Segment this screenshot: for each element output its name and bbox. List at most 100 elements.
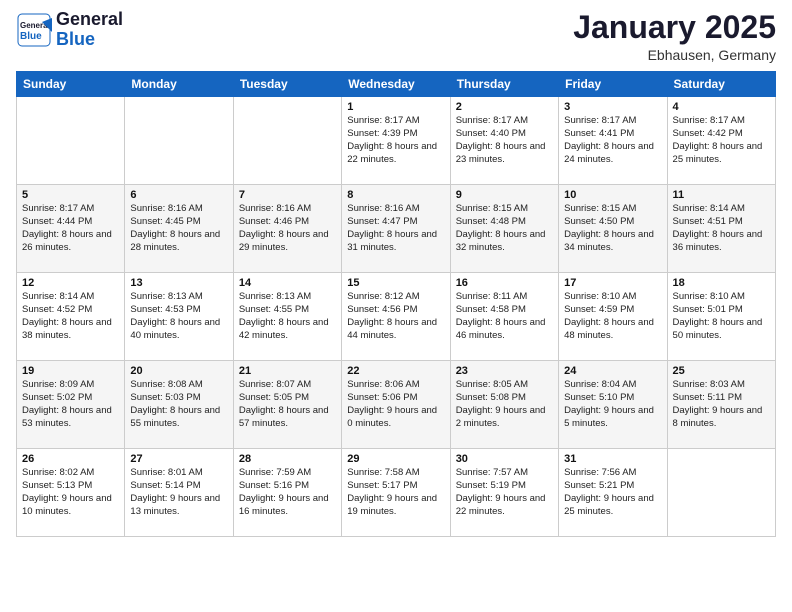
day-number: 23 xyxy=(456,365,553,377)
table-row: 16Sunrise: 8:11 AM Sunset: 4:58 PM Dayli… xyxy=(450,273,558,361)
header: General Blue General Blue January 2025 E… xyxy=(16,10,776,63)
table-row xyxy=(17,97,125,185)
table-row: 29 Sunrise: 7:58 AM Sunset: 5:17 PM Dayli… xyxy=(342,449,450,537)
day-info: Sunrise: 8:02 AM Sunset: 5:13 PM Dayligh… xyxy=(22,467,119,518)
day-number: 22 xyxy=(347,365,444,377)
table-row: 15 Sunrise: 8:12 AM Sunset: 4:56 PM Dayli… xyxy=(342,273,450,361)
calendar-subtitle: Ebhausen, Germany xyxy=(573,47,776,63)
col-sunday: Sunday xyxy=(17,72,125,97)
day-number: 14 xyxy=(239,277,336,289)
day-info: Sunrise: 8:05 AM Sunset: 5:08 PM Dayligh… xyxy=(456,379,553,430)
col-wednesday: Wednesday xyxy=(342,72,450,97)
day-number: 30 xyxy=(456,453,553,465)
day-number: 17 xyxy=(564,277,661,289)
day-info: Sunrise: 8:06 AM Sunset: 5:06 PM Dayligh… xyxy=(347,379,444,430)
table-row: 5Sunrise: 8:17 AM Sunset: 4:44 PM Daylig… xyxy=(17,185,125,273)
table-row: 13 Sunrise: 8:13 AM Sunset: 4:53 PM Dayli… xyxy=(125,273,233,361)
table-row: 12 Sunrise: 8:14 AM Sunset: 4:52 PM Dayli… xyxy=(17,273,125,361)
day-info: Sunrise: 7:58 AM Sunset: 5:17 PM Dayligh… xyxy=(347,467,444,518)
day-info: Sunrise: 8:16 AM Sunset: 4:45 PM Dayligh… xyxy=(130,203,227,254)
day-number: 11 xyxy=(673,189,770,201)
day-number: 1 xyxy=(347,101,444,113)
day-info: Sunrise: 8:17 AM Sunset: 4:42 PM Dayligh… xyxy=(673,115,770,166)
day-number: 13 xyxy=(130,277,227,289)
calendar-week-row: 19Sunrise: 8:09 AM Sunset: 5:02 PM Dayli… xyxy=(17,361,776,449)
day-number: 18 xyxy=(673,277,770,289)
col-tuesday: Tuesday xyxy=(233,72,341,97)
calendar-week-row: 5Sunrise: 8:17 AM Sunset: 4:44 PM Daylig… xyxy=(17,185,776,273)
table-row: 1 Sunrise: 8:17 AM Sunset: 4:39 PM Daylig… xyxy=(342,97,450,185)
table-row: 21 Sunrise: 8:07 AM Sunset: 5:05 PM Dayli… xyxy=(233,361,341,449)
table-row: 18 Sunrise: 8:10 AM Sunset: 5:01 PM Dayli… xyxy=(667,273,775,361)
day-info: Sunrise: 8:17 AM Sunset: 4:39 PM Dayligh… xyxy=(347,115,444,166)
table-row: 24 Sunrise: 8:04 AM Sunset: 5:10 PM Dayli… xyxy=(559,361,667,449)
day-info: Sunrise: 7:56 AM Sunset: 5:21 PM Dayligh… xyxy=(564,467,661,518)
day-info: Sunrise: 8:14 AM Sunset: 4:52 PM Dayligh… xyxy=(22,291,119,342)
day-number: 2 xyxy=(456,101,553,113)
day-number: 4 xyxy=(673,101,770,113)
day-number: 8 xyxy=(347,189,444,201)
day-number: 25 xyxy=(673,365,770,377)
day-info: Sunrise: 7:59 AM Sunset: 5:16 PM Dayligh… xyxy=(239,467,336,518)
day-number: 31 xyxy=(564,453,661,465)
table-row: 27Sunrise: 8:01 AM Sunset: 5:14 PM Dayli… xyxy=(125,449,233,537)
day-info: Sunrise: 8:04 AM Sunset: 5:10 PM Dayligh… xyxy=(564,379,661,430)
svg-text:Blue: Blue xyxy=(20,31,42,42)
table-row: 31 Sunrise: 7:56 AM Sunset: 5:21 PM Dayli… xyxy=(559,449,667,537)
table-row: 6 Sunrise: 8:16 AM Sunset: 4:45 PM Daylig… xyxy=(125,185,233,273)
table-row: 19Sunrise: 8:09 AM Sunset: 5:02 PM Dayli… xyxy=(17,361,125,449)
day-number: 7 xyxy=(239,189,336,201)
day-info: Sunrise: 8:07 AM Sunset: 5:05 PM Dayligh… xyxy=(239,379,336,430)
table-row: 28Sunrise: 7:59 AM Sunset: 5:16 PM Dayli… xyxy=(233,449,341,537)
day-number: 6 xyxy=(130,189,227,201)
day-number: 24 xyxy=(564,365,661,377)
table-row xyxy=(125,97,233,185)
table-row: 11 Sunrise: 8:14 AM Sunset: 4:51 PM Dayli… xyxy=(667,185,775,273)
table-row: 20 Sunrise: 8:08 AM Sunset: 5:03 PM Dayli… xyxy=(125,361,233,449)
day-info: Sunrise: 8:13 AM Sunset: 4:55 PM Dayligh… xyxy=(239,291,336,342)
day-number: 26 xyxy=(22,453,119,465)
col-friday: Friday xyxy=(559,72,667,97)
day-info: Sunrise: 8:12 AM Sunset: 4:56 PM Dayligh… xyxy=(347,291,444,342)
day-number: 21 xyxy=(239,365,336,377)
table-row: 3Sunrise: 8:17 AM Sunset: 4:41 PM Daylig… xyxy=(559,97,667,185)
day-info: Sunrise: 8:10 AM Sunset: 4:59 PM Dayligh… xyxy=(564,291,661,342)
day-info: Sunrise: 8:17 AM Sunset: 4:40 PM Dayligh… xyxy=(456,115,553,166)
table-row: 30 Sunrise: 7:57 AM Sunset: 5:19 PM Dayli… xyxy=(450,449,558,537)
table-row: 14 Sunrise: 8:13 AM Sunset: 4:55 PM Dayli… xyxy=(233,273,341,361)
calendar-table: Sunday Monday Tuesday Wednesday Thursday… xyxy=(16,71,776,537)
day-info: Sunrise: 7:57 AM Sunset: 5:19 PM Dayligh… xyxy=(456,467,553,518)
table-row: 7Sunrise: 8:16 AM Sunset: 4:46 PM Daylig… xyxy=(233,185,341,273)
table-row: 10 Sunrise: 8:15 AM Sunset: 4:50 PM Dayli… xyxy=(559,185,667,273)
day-info: Sunrise: 8:08 AM Sunset: 5:03 PM Dayligh… xyxy=(130,379,227,430)
day-number: 10 xyxy=(564,189,661,201)
col-monday: Monday xyxy=(125,72,233,97)
table-row: 9 Sunrise: 8:15 AM Sunset: 4:48 PM Daylig… xyxy=(450,185,558,273)
logo-icon: General Blue xyxy=(16,12,52,48)
page: General Blue General Blue January 2025 E… xyxy=(0,0,792,612)
day-info: Sunrise: 8:14 AM Sunset: 4:51 PM Dayligh… xyxy=(673,203,770,254)
day-info: Sunrise: 8:16 AM Sunset: 4:47 PM Dayligh… xyxy=(347,203,444,254)
col-saturday: Saturday xyxy=(667,72,775,97)
table-row: 26 Sunrise: 8:02 AM Sunset: 5:13 PM Dayli… xyxy=(17,449,125,537)
calendar-week-row: 1 Sunrise: 8:17 AM Sunset: 4:39 PM Daylig… xyxy=(17,97,776,185)
table-row: 22 Sunrise: 8:06 AM Sunset: 5:06 PM Dayli… xyxy=(342,361,450,449)
day-number: 12 xyxy=(22,277,119,289)
day-number: 16 xyxy=(456,277,553,289)
day-number: 15 xyxy=(347,277,444,289)
day-info: Sunrise: 8:03 AM Sunset: 5:11 PM Dayligh… xyxy=(673,379,770,430)
day-info: Sunrise: 8:15 AM Sunset: 4:50 PM Dayligh… xyxy=(564,203,661,254)
day-info: Sunrise: 8:10 AM Sunset: 5:01 PM Dayligh… xyxy=(673,291,770,342)
table-row: 4 Sunrise: 8:17 AM Sunset: 4:42 PM Daylig… xyxy=(667,97,775,185)
table-row: 8 Sunrise: 8:16 AM Sunset: 4:47 PM Daylig… xyxy=(342,185,450,273)
day-number: 27 xyxy=(130,453,227,465)
day-number: 9 xyxy=(456,189,553,201)
day-info: Sunrise: 8:15 AM Sunset: 4:48 PM Dayligh… xyxy=(456,203,553,254)
table-row xyxy=(233,97,341,185)
day-info: Sunrise: 8:13 AM Sunset: 4:53 PM Dayligh… xyxy=(130,291,227,342)
day-number: 20 xyxy=(130,365,227,377)
calendar-week-row: 26 Sunrise: 8:02 AM Sunset: 5:13 PM Dayli… xyxy=(17,449,776,537)
day-number: 29 xyxy=(347,453,444,465)
day-number: 19 xyxy=(22,365,119,377)
day-info: Sunrise: 8:17 AM Sunset: 4:44 PM Dayligh… xyxy=(22,203,119,254)
